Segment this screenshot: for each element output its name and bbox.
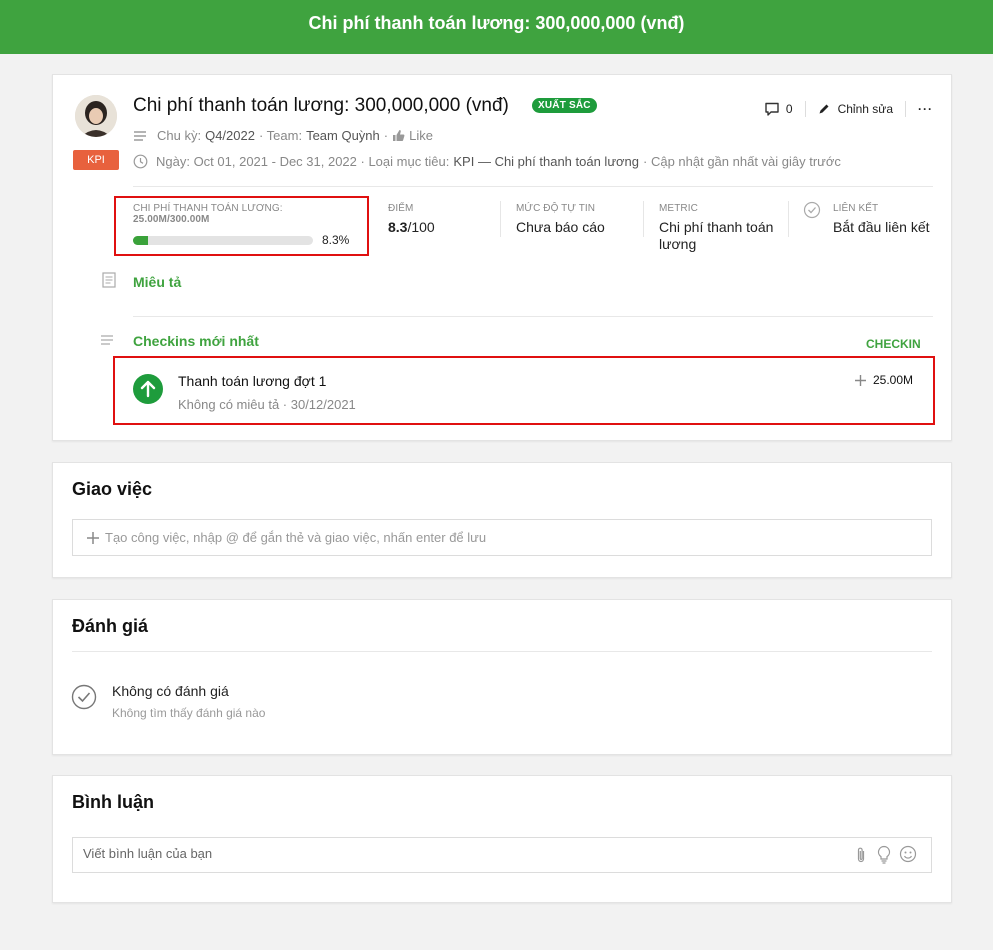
plus-icon <box>87 531 99 544</box>
divider <box>905 101 906 117</box>
arrow-up-icon <box>133 374 163 404</box>
description-section-label[interactable]: Miêu tả <box>133 274 181 290</box>
clock-icon <box>133 154 148 169</box>
goal-card: KPI Chi phí thanh toán lương: 300,000,00… <box>52 74 952 441</box>
comment-input[interactable]: Viết bình luận của bạn <box>72 837 932 873</box>
goal-meta-cycle: Chu kỳ: Q4/2022 · Team: Team Quỳnh · Lik… <box>133 128 433 143</box>
edit-button[interactable]: Chỉnh sửa <box>818 102 893 116</box>
cycle-value[interactable]: Q4/2022 <box>205 128 255 143</box>
checkin-title: Thanh toán lương đợt 1 <box>178 373 327 389</box>
like-button[interactable]: Like <box>392 128 433 143</box>
checkin-button[interactable]: CHECKIN <box>866 337 921 351</box>
divider <box>133 186 933 187</box>
page-header-title: Chi phí thanh toán lương: 300,000,000 (v… <box>308 13 685 33</box>
goal-type-value: KPI — Chi phí thanh toán lương <box>453 154 640 169</box>
check-circle-icon <box>71 684 97 715</box>
separator-dot: · <box>383 128 389 143</box>
confidence-stat[interactable]: MỨC ĐỘ TỰ TIN Chưa báo cáo <box>516 203 605 235</box>
avatar[interactable] <box>75 95 117 137</box>
score-value: 8.3 <box>388 219 408 235</box>
checkin-amount: 25.00M <box>873 373 914 387</box>
task-input-placeholder: Tạo công việc, nhập @ để gắn thẻ và giao… <box>105 530 487 545</box>
goal-meta-date: Ngày: Oct 01, 2021 - Dec 31, 2022 · Loại… <box>133 154 841 169</box>
page-header: Chi phí thanh toán lương: 300,000,000 (v… <box>0 0 993 54</box>
checkins-section-label: Checkins mới nhất <box>133 333 259 349</box>
comment-count: 0 <box>785 102 793 116</box>
score-label: ĐIỂM <box>388 203 414 214</box>
goal-actions: 0 Chỉnh sửa ··· <box>764 101 933 117</box>
progress-value: 25.00M/300.00M <box>133 214 210 225</box>
progress-stat: CHI PHÍ THANH TOÁN LƯƠNG: 25.00M/300.00M <box>133 203 363 225</box>
score-value-wrap: 8.3/100 <box>388 219 435 235</box>
review-section-title: Đánh giá <box>72 616 149 636</box>
team-label: · Team: <box>258 128 303 143</box>
score-total: /100 <box>407 219 435 235</box>
pencil-icon <box>818 103 830 115</box>
thumbs-up-icon <box>392 129 405 142</box>
score-stat: ĐIỂM 8.3/100 <box>388 203 435 235</box>
document-icon <box>102 272 116 293</box>
plus-icon <box>855 374 866 386</box>
updated-text: · Cập nhật gần nhất vài giây trước <box>643 154 841 169</box>
confidence-value: Chưa báo cáo <box>516 219 605 235</box>
progress-percent: 8.3% <box>322 233 350 247</box>
checkin-item[interactable]: Thanh toán lương đợt 1 Không có miêu tả … <box>178 373 356 412</box>
progress-bar-fill <box>133 236 148 245</box>
metric-stat: METRIC Chi phí thanh toán lương <box>659 203 784 253</box>
review-empty-subtitle: Không tìm thấy đánh giá nào <box>112 706 266 720</box>
divider <box>500 201 501 237</box>
task-section-title: Giao việc <box>72 479 153 499</box>
checkin-subtitle: Không có miêu tả · 30/12/2021 <box>178 397 356 412</box>
goal-title: Chi phí thanh toán lương: 300,000,000 (v… <box>133 95 509 116</box>
progress-label: CHI PHÍ THANH TOÁN LƯƠNG: <box>133 203 283 214</box>
kpi-badge: KPI <box>73 150 119 170</box>
metric-value: Chi phí thanh toán lương <box>659 219 774 252</box>
link-stat[interactable]: LIÊN KẾT Bắt đầu liên kết <box>833 203 930 235</box>
review-card: Đánh giá Không có đánh giá Không tìm thấ… <box>52 599 952 755</box>
divider <box>788 201 789 237</box>
divider <box>643 201 644 237</box>
emoji-icon[interactable] <box>899 845 917 868</box>
link-check-icon <box>803 201 821 224</box>
more-options-button[interactable]: ··· <box>918 102 933 116</box>
team-value[interactable]: Team Quỳnh <box>306 128 380 143</box>
confidence-label: MỨC ĐỘ TỰ TIN <box>516 203 596 214</box>
comment-input-placeholder: Viết bình luận của bạn <box>83 846 213 861</box>
like-label: Like <box>409 128 433 143</box>
list-icon <box>100 333 114 351</box>
divider <box>804 101 806 117</box>
paperclip-icon[interactable] <box>854 846 868 869</box>
link-value: Bắt đầu liên kết <box>833 219 930 235</box>
divider <box>72 651 932 652</box>
status-badge: XUẤT SẮC <box>532 98 597 113</box>
date-range-text: Ngày: Oct 01, 2021 - Dec 31, 2022 · Loại… <box>156 154 450 169</box>
progress-bar <box>133 236 313 245</box>
link-label: LIÊN KẾT <box>833 203 879 214</box>
edit-label: Chỉnh sửa <box>837 102 893 116</box>
metric-label: METRIC <box>659 203 698 214</box>
task-card: Giao việc Tạo công việc, nhập @ để gắn t… <box>52 462 952 578</box>
list-icon <box>133 130 147 142</box>
divider <box>133 316 933 317</box>
review-empty-title: Không có đánh giá <box>112 683 229 699</box>
comment-card: Bình luận Viết bình luận của bạn <box>52 775 952 903</box>
checkin-amount-wrap: 25.00M <box>855 373 913 387</box>
comment-section-title: Bình luận <box>72 792 154 812</box>
comment-icon[interactable] <box>764 101 780 117</box>
cycle-label: Chu kỳ: <box>157 128 202 143</box>
lightbulb-icon[interactable] <box>876 845 892 869</box>
task-input[interactable]: Tạo công việc, nhập @ để gắn thẻ và giao… <box>72 519 932 556</box>
